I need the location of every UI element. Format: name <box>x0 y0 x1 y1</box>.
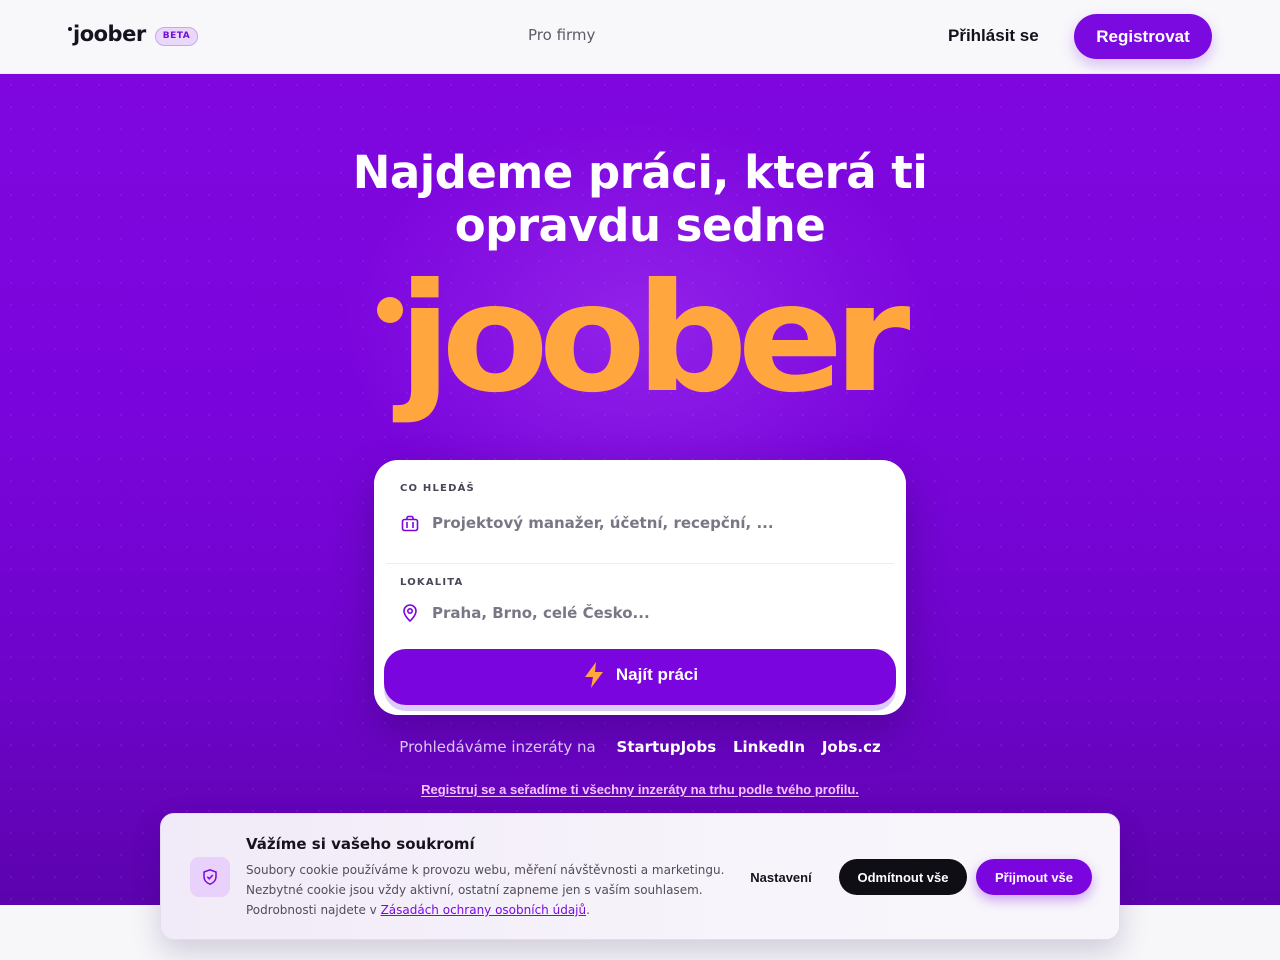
hero-section: Najdeme práci, která ti opravdu sedne jo… <box>0 74 1280 905</box>
source-jobscz: Jobs.cz <box>821 738 881 756</box>
brand-wordmark: joober <box>377 262 910 426</box>
login-link[interactable]: Přihlásit se <box>948 26 1039 46</box>
logo-text: joober <box>73 22 146 46</box>
shield-check-icon <box>203 869 217 885</box>
cookie-line-3-suffix: . <box>586 903 590 917</box>
source-startupjobs: StartupJobs <box>616 738 717 756</box>
cookie-reject-all-button[interactable]: Odmítnout vše <box>839 859 967 895</box>
lightning-icon <box>584 661 603 688</box>
cookie-shield-badge <box>190 857 230 897</box>
hero-headline: Najdeme práci, která ti opravdu sedne <box>240 146 1040 252</box>
logo-dot <box>68 27 72 31</box>
beta-badge: BETA <box>155 27 198 46</box>
site-header: joober BETA Pro firmy Přihlásit se Regis… <box>0 0 1280 74</box>
field-divider <box>386 563 894 564</box>
what-label: CO HLEDÁŠ <box>400 483 475 494</box>
cookie-line-1: Soubory cookie používáme k provozu webu,… <box>246 863 725 877</box>
find-job-button[interactable]: Najít práci <box>384 649 896 705</box>
job-sources: Prohledáváme inzeráty na StartupJobs Lin… <box>0 738 1280 756</box>
cookie-line-2: Nezbytné cookie jsou vždy aktivní, ostat… <box>246 883 703 897</box>
headline-line-2: opravdu sedne <box>454 199 826 252</box>
source-linkedin: LinkedIn <box>732 738 806 756</box>
cookie-settings-button[interactable]: Nastavení <box>737 859 825 895</box>
find-job-label: Najít práci <box>615 664 699 684</box>
cookie-banner: Vážíme si vašeho soukromí Soubory cookie… <box>160 813 1120 940</box>
cookie-title: Vážíme si vašeho soukromí <box>246 835 475 853</box>
header-logo[interactable]: joober <box>68 22 146 46</box>
nav-link-pro-firmy[interactable]: Pro firmy <box>528 26 595 44</box>
register-cta-link[interactable]: Registruj se a seřadíme ti všechny inzer… <box>0 782 1280 797</box>
headline-line-1: Najdeme práci, která ti <box>352 146 928 199</box>
privacy-policy-link[interactable]: Zásadách ochrany osobních údajů <box>381 903 587 917</box>
wordmark-text: joober <box>393 262 910 426</box>
briefcase-icon <box>401 515 419 532</box>
location-pin-icon <box>403 604 417 623</box>
register-button[interactable]: Registrovat <box>1074 14 1212 59</box>
location-label: LOKALITA <box>400 577 464 588</box>
cookie-line-3-prefix: Podrobnosti najdete v <box>246 903 381 917</box>
cookie-accept-all-button[interactable]: Přijmout vše <box>976 859 1092 895</box>
location-input[interactable] <box>432 600 872 626</box>
sources-intro: Prohledáváme inzeráty na <box>399 738 596 756</box>
what-input[interactable] <box>432 510 872 536</box>
search-card: CO HLEDÁŠ LOKALITA Najít práci <box>374 460 906 715</box>
cookie-description: Soubory cookie používáme k provozu webu,… <box>246 860 726 920</box>
